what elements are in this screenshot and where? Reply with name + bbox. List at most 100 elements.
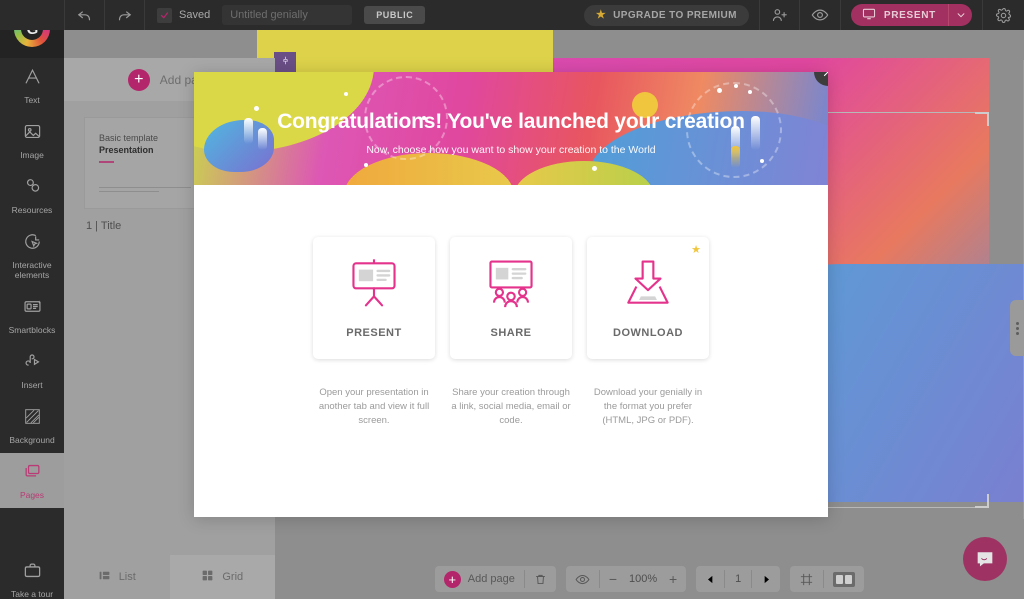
sidebar-item-image[interactable]: Image [0, 113, 64, 168]
present-option-label: PRESENT [346, 326, 402, 339]
option-descriptions: Open your presentation in another tab an… [194, 386, 828, 428]
view-list-label: List [118, 571, 136, 583]
panel-toggle-icon [833, 571, 856, 587]
sidebar-item-background[interactable]: Background [0, 398, 64, 453]
interactive-elements-icon [23, 232, 42, 256]
view-grid-label: Grid [222, 571, 244, 583]
modal-subtitle: Now, choose how you want to show your cr… [366, 144, 656, 156]
modal-body: PRESENT SHARE ★ DOWNLOAD Open your prese… [194, 185, 828, 428]
plus-icon: + [127, 68, 150, 91]
sidebar-item-label: Text [24, 95, 40, 105]
grid-view-icon [201, 569, 214, 585]
sidebar-item-pages[interactable]: Pages [0, 453, 64, 508]
star-icon: ★ [595, 8, 607, 21]
thumbnail-rule [99, 161, 114, 163]
upgrade-label: UPGRADE TO PREMIUM [613, 9, 737, 21]
current-page-number[interactable]: 1 [725, 573, 751, 585]
visibility-badge[interactable]: PUBLIC [364, 6, 426, 24]
right-panel-drag-handle[interactable] [1010, 300, 1024, 356]
saved-label: Saved [179, 9, 211, 21]
thumbnail-body-lines [99, 187, 191, 195]
top-toolbar: Saved PUBLIC ★ UPGRADE TO PREMIUM [0, 0, 1024, 30]
chat-support-button[interactable] [963, 537, 1007, 581]
present-board-icon [347, 258, 401, 313]
plus-icon: + [443, 570, 461, 588]
undo-button[interactable] [65, 0, 104, 30]
smartblocks-icon [23, 297, 42, 321]
download-option-label: DOWNLOAD [613, 326, 683, 339]
preview-button[interactable] [800, 0, 840, 30]
resources-icon [23, 177, 42, 201]
panel-toggle-button[interactable] [824, 566, 864, 592]
present-button[interactable]: PRESENT [850, 4, 972, 26]
genially-editor: Saved PUBLIC ★ UPGRADE TO PREMIUM [0, 0, 1024, 599]
download-option-card[interactable]: ★ DOWNLOAD [587, 237, 709, 359]
monitor-icon [862, 7, 876, 24]
present-option-card[interactable]: PRESENT [313, 237, 435, 359]
sidebar-item-label: Interactive elements [12, 260, 52, 280]
present-option-description: Open your presentation in another tab an… [318, 387, 430, 426]
sidebar-item-label: Image [20, 150, 44, 160]
present-dropdown-toggle[interactable] [948, 4, 972, 26]
premium-star-icon: ★ [691, 244, 701, 256]
sidebar-item-label: Resources [11, 205, 53, 215]
view-options-group [790, 566, 865, 592]
sidebar-item-label: Background [9, 435, 55, 445]
redo-button[interactable] [105, 0, 144, 30]
preview-button[interactable] [566, 566, 599, 592]
fit-to-frame-button[interactable] [790, 566, 823, 592]
view-grid-button[interactable]: Grid [169, 555, 275, 599]
download-tray-icon [621, 258, 675, 313]
pager-group: 1 [696, 566, 781, 592]
zoom-group: − 100% + [565, 566, 687, 592]
zoom-in-button[interactable]: + [660, 566, 686, 592]
topbar-right-actions: ★ UPGRADE TO PREMIUM PRESENT [583, 0, 1024, 30]
divider [839, 0, 841, 30]
check-icon [157, 7, 172, 23]
sidebar-item-smartblocks[interactable]: Smartblocks [0, 288, 64, 343]
sidebar-item-interactive-elements[interactable]: Interactive elements [0, 223, 64, 288]
zoom-level: 100% [628, 573, 658, 585]
image-icon [23, 122, 42, 146]
prev-page-button[interactable] [696, 566, 724, 592]
sidebar-item-text[interactable]: Text [0, 58, 64, 113]
present-label: PRESENT [883, 9, 936, 21]
option-cards: PRESENT SHARE ★ DOWNLOAD [194, 237, 828, 359]
view-list-button[interactable]: List [64, 555, 170, 599]
download-option-description: Download your genially in the format you… [593, 387, 703, 426]
bottom-toolbar: + Add page − 100% + 1 [275, 559, 1024, 599]
add-page-label: Add page [467, 573, 515, 585]
pages-icon [23, 462, 42, 486]
modal-banner: Congratulations! You've launched your cr… [194, 72, 828, 185]
modal-title: Congratulations! You've launched your cr… [277, 110, 745, 133]
page-actions-group: + Add page [434, 566, 556, 592]
share-option-description: Share your creation through a link, soci… [451, 387, 571, 426]
insert-icon [23, 352, 42, 376]
add-user-button[interactable] [760, 0, 799, 30]
text-icon [23, 67, 42, 91]
briefcase-icon [23, 561, 42, 585]
take-a-tour-label: Take a tour [10, 589, 54, 599]
list-view-icon [98, 569, 111, 585]
zoom-out-button[interactable]: − [600, 566, 626, 592]
take-a-tour-button[interactable]: Take a tour [0, 552, 64, 599]
add-page-button[interactable]: + Add page [435, 566, 524, 592]
pages-view-toggle: List Grid [64, 555, 275, 599]
next-page-button[interactable] [752, 566, 780, 592]
sidebar-item-label: Smartblocks [8, 325, 56, 335]
upgrade-to-premium-button[interactable]: ★ UPGRADE TO PREMIUM [583, 4, 749, 26]
delete-page-button[interactable] [525, 566, 556, 592]
settings-button[interactable] [983, 0, 1024, 30]
sidebar-item-insert[interactable]: Insert [0, 343, 64, 398]
left-tool-rail: Text Image Resources Interactive element… [0, 58, 64, 599]
document-title-input[interactable] [222, 5, 353, 25]
saved-status: Saved [145, 0, 222, 30]
launch-success-modal: Congratulations! You've launched your cr… [194, 72, 828, 517]
background-icon [23, 407, 42, 431]
sidebar-item-resources[interactable]: Resources [0, 168, 64, 223]
sidebar-item-label: Insert [21, 380, 43, 390]
share-audience-icon [484, 258, 538, 313]
share-option-label: SHARE [490, 326, 532, 339]
share-option-card[interactable]: SHARE [450, 237, 572, 359]
chat-bubble-icon [977, 552, 993, 567]
